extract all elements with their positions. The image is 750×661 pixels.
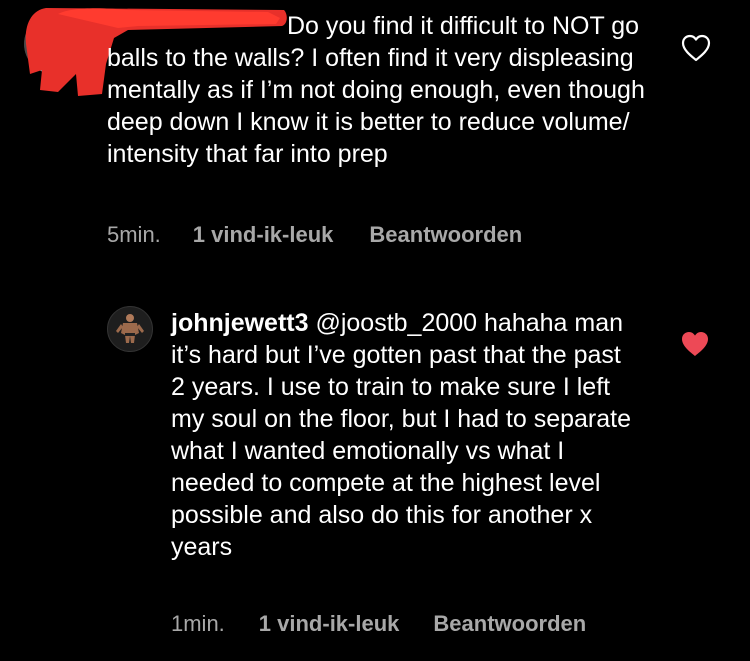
comment-time: 5min. — [107, 222, 161, 247]
avatar[interactable] — [107, 306, 153, 352]
comment-meta: 1min. 1 vind-ik-leuk Beantwoorden — [171, 611, 586, 637]
likes-count[interactable]: 1 vind-ik-leuk — [193, 222, 334, 248]
reply-text: @joostb_2000 hahaha man it’s hard but I’… — [171, 309, 632, 561]
heart-outline-icon[interactable] — [681, 34, 711, 62]
avatar[interactable] — [24, 14, 84, 74]
comment-text: Do you find it difficult to NOT go balls… — [107, 12, 645, 168]
likes-count[interactable]: 1 vind-ik-leuk — [259, 611, 400, 637]
user-avatar-icon — [24, 14, 84, 74]
bodybuilder-avatar-icon — [108, 307, 152, 351]
comment: Do you find it difficult to NOT go balls… — [0, 0, 750, 270]
username[interactable]: johnjewett3 — [171, 309, 309, 337]
comment-meta: 5min. 1 vind-ik-leuk Beantwoorden — [107, 222, 522, 248]
reply-button[interactable]: Beantwoorden — [433, 611, 586, 637]
reply-button[interactable]: Beantwoorden — [369, 222, 522, 248]
reply-comment: johnjewett3 @joostb_2000 hahaha man it’s… — [0, 290, 750, 661]
heart-filled-icon[interactable] — [680, 330, 710, 358]
comment-time: 1min. — [171, 611, 225, 636]
comment-text: johnjewett3 @joostb_2000 hahaha man it’s… — [171, 307, 641, 563]
